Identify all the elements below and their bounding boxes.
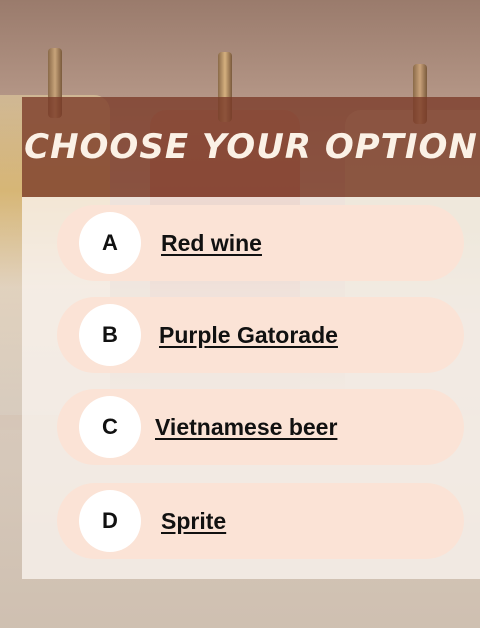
page-title: CHOOSE YOUR OPTION: [24, 127, 478, 167]
option-letter-badge: B: [79, 304, 141, 366]
option-label[interactable]: Sprite: [161, 508, 226, 535]
option-letter-badge: A: [79, 212, 141, 274]
option-label[interactable]: Vietnamese beer: [155, 414, 337, 441]
option-a[interactable]: A Red wine: [57, 205, 464, 281]
option-d[interactable]: D Sprite: [57, 483, 464, 559]
option-b[interactable]: B Purple Gatorade: [57, 297, 464, 373]
option-label[interactable]: Purple Gatorade: [159, 322, 338, 349]
option-letter-badge: D: [79, 490, 141, 552]
option-c[interactable]: C Vietnamese beer: [57, 389, 464, 465]
option-label[interactable]: Red wine: [161, 230, 262, 257]
option-letter-badge: C: [79, 396, 141, 458]
